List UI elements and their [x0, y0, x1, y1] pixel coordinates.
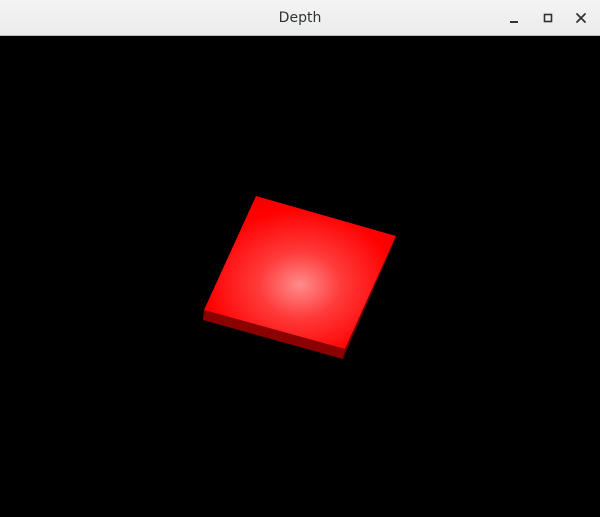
depth-scene: [0, 37, 600, 517]
minimize-icon: [510, 21, 518, 23]
render-viewport[interactable]: [0, 37, 600, 517]
maximize-icon: [543, 13, 553, 23]
close-button[interactable]: [571, 8, 591, 28]
maximize-button[interactable]: [538, 8, 558, 28]
minimize-button[interactable]: [504, 8, 524, 28]
close-icon: [576, 13, 586, 23]
app-window: Depth: [0, 0, 600, 517]
title-bar[interactable]: Depth: [0, 0, 600, 36]
